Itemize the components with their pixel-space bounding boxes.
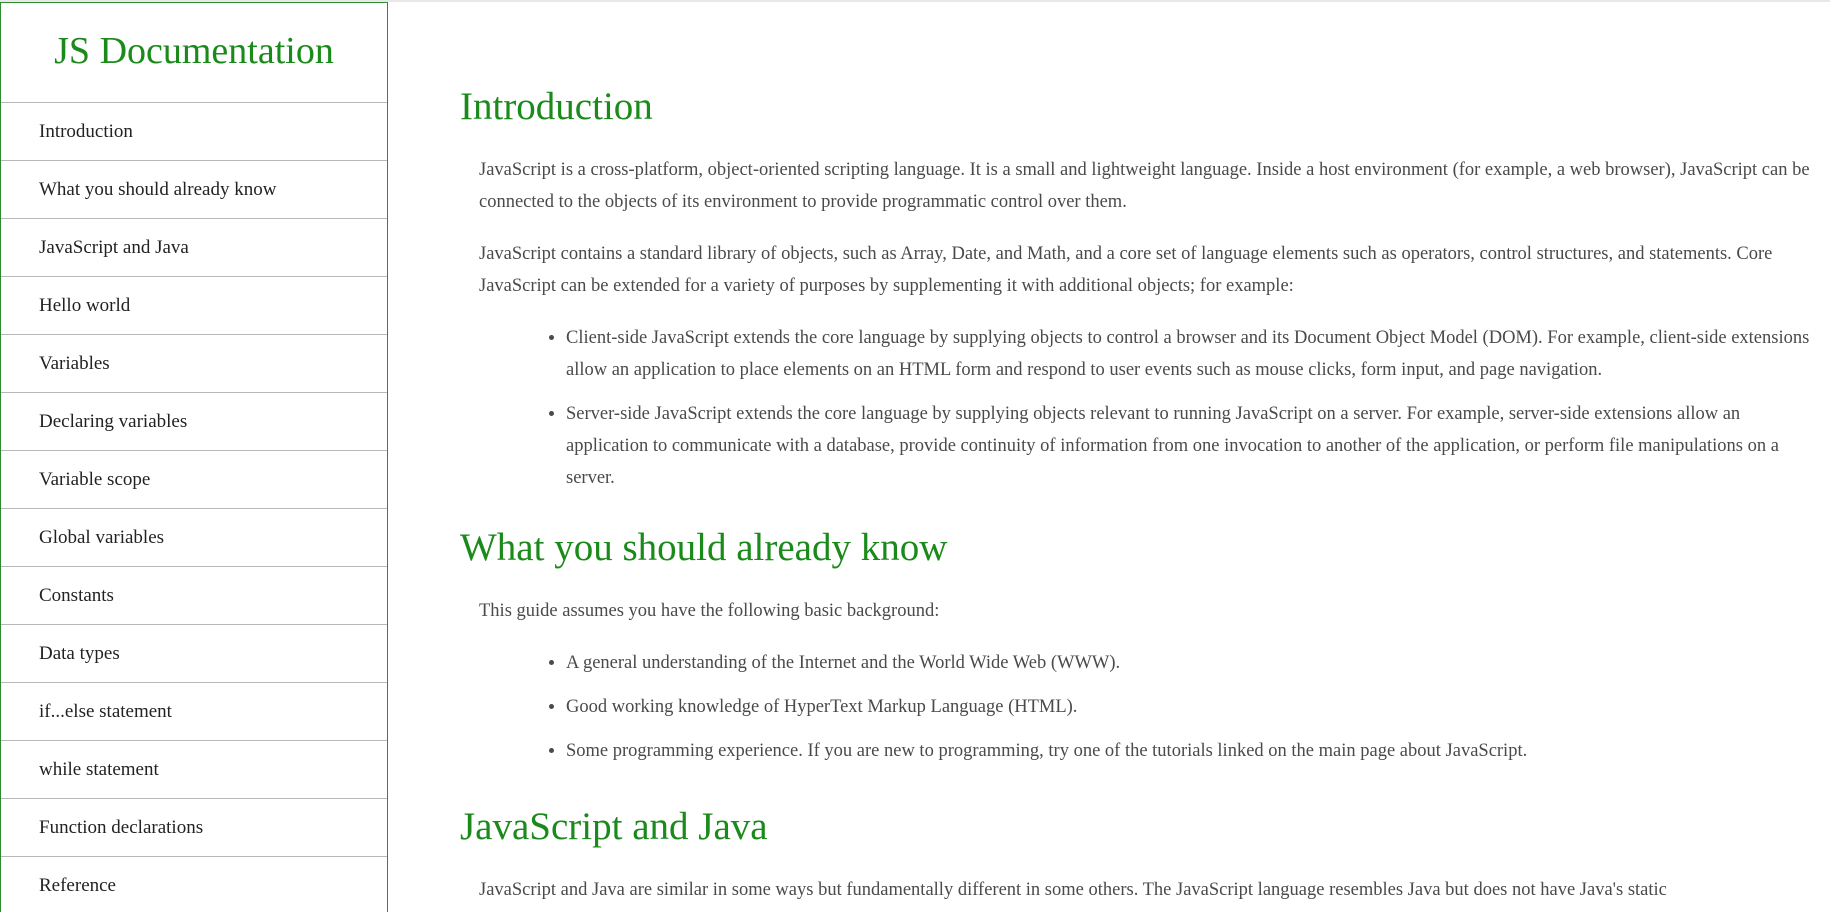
nav-link-what-you-should-already-know[interactable]: What you should already know xyxy=(1,161,387,219)
paragraph: JavaScript and Java are similar in some … xyxy=(479,880,1667,900)
nav-link-while-statement[interactable]: while statement xyxy=(1,741,387,799)
list-item: Good working knowledge of HyperText Mark… xyxy=(566,691,1815,723)
nav-link-introduction[interactable]: Introduction xyxy=(1,103,387,161)
nav-link-constants[interactable]: Constants xyxy=(1,567,387,625)
nav-link-reference[interactable]: Reference xyxy=(1,857,387,912)
nav-link-variables[interactable]: Variables xyxy=(1,335,387,393)
section-javascript-and-java: JavaScript and Java JavaScript and Java … xyxy=(460,767,1815,906)
nav-link-if-else-statement[interactable]: if...else statement xyxy=(1,683,387,741)
nav-link-javascript-and-java[interactable]: JavaScript and Java xyxy=(1,219,387,277)
nav-link-global-variables[interactable]: Global variables xyxy=(1,509,387,567)
list-item: Client-side JavaScript extends the core … xyxy=(566,322,1815,386)
list-item: A general understanding of the Internet … xyxy=(566,647,1815,679)
nav-link-hello-world[interactable]: Hello world xyxy=(1,277,387,335)
list-item: Server-side JavaScript extends the core … xyxy=(566,398,1815,494)
section-heading: What you should already know xyxy=(460,526,948,569)
nav-link-declaring-variables[interactable]: Declaring variables xyxy=(1,393,387,451)
section-heading: JavaScript and Java xyxy=(460,805,768,848)
main-content: Introduction JavaScript is a cross-platf… xyxy=(460,0,1815,906)
paragraph: JavaScript is a cross-platform, object-o… xyxy=(479,160,1810,212)
paragraph: This guide assumes you have the followin… xyxy=(479,601,940,621)
nav-link-function-declarations[interactable]: Function declarations xyxy=(1,799,387,857)
bullet-list: Client-side JavaScript extends the core … xyxy=(460,322,1815,494)
paragraph: JavaScript contains a standard library o… xyxy=(479,244,1773,296)
list-item: Some programming experience. If you are … xyxy=(566,735,1815,767)
bullet-list: A general understanding of the Internet … xyxy=(460,647,1815,767)
nav-link-data-types[interactable]: Data types xyxy=(1,625,387,683)
section-what-you-should-already-know: What you should already know This guide … xyxy=(460,494,1815,767)
nav-link-variable-scope[interactable]: Variable scope xyxy=(1,451,387,509)
nav-title: JS Documentation xyxy=(1,3,387,103)
section-introduction: Introduction JavaScript is a cross-platf… xyxy=(460,0,1815,494)
sidebar-nav: JS Documentation Introduction What you s… xyxy=(0,2,388,912)
nav-link-list: Introduction What you should already kno… xyxy=(1,103,387,912)
section-heading: Introduction xyxy=(460,85,653,128)
